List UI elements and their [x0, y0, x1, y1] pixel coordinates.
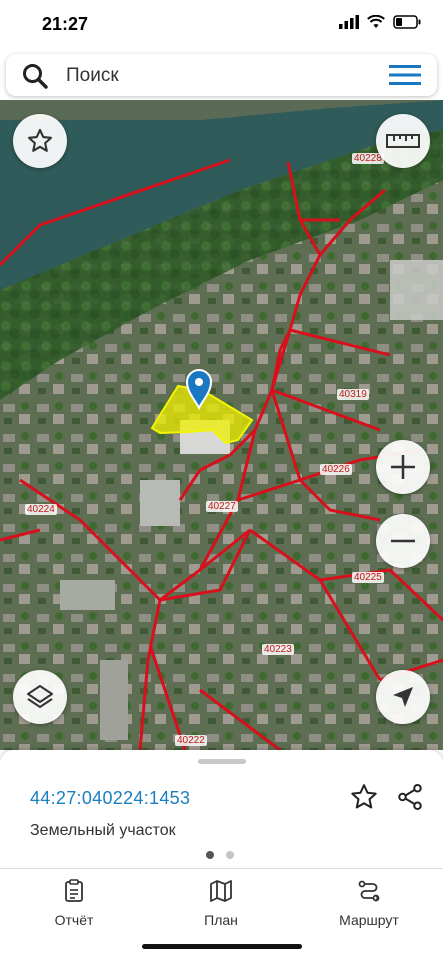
- satellite-map[interactable]: [0, 100, 443, 750]
- status-icons: [339, 15, 421, 29]
- block-label: 40319: [337, 389, 369, 400]
- zoom-in-button[interactable]: [376, 440, 430, 494]
- layers-icon[interactable]: [25, 682, 55, 712]
- ruler-icon[interactable]: [386, 131, 420, 151]
- home-indicator: [142, 944, 302, 949]
- favorite-button[interactable]: [13, 114, 67, 168]
- tab-plan[interactable]: План: [161, 879, 281, 928]
- search-icon[interactable]: [22, 63, 48, 89]
- locate-button[interactable]: [376, 670, 430, 724]
- plus-icon[interactable]: [388, 452, 418, 482]
- map-icon: [210, 880, 232, 902]
- property-type: Земельный участок: [30, 822, 176, 839]
- signal-icon: [339, 15, 359, 29]
- cadastral-number[interactable]: 44:27:040224:1453: [30, 788, 190, 809]
- page-dot[interactable]: [206, 851, 214, 859]
- block-label: 40227: [206, 501, 238, 512]
- search-input[interactable]: Поиск: [66, 65, 119, 87]
- report-icon: [65, 879, 83, 902]
- battery-icon: [393, 15, 421, 29]
- zoom-out-button[interactable]: [376, 514, 430, 568]
- status-bar: 21:27: [0, 0, 443, 50]
- map-view[interactable]: 40228 40319 40226 40224 40227 40225 4022…: [0, 100, 443, 750]
- page-indicator: [206, 851, 234, 859]
- minus-icon[interactable]: [388, 526, 418, 556]
- status-time: 21:27: [42, 14, 89, 34]
- navigation-arrow-icon[interactable]: [390, 684, 416, 710]
- star-icon[interactable]: [26, 127, 54, 155]
- tab-label: Маршрут: [339, 912, 399, 928]
- search-bar[interactable]: Поиск: [6, 54, 437, 96]
- page-dot[interactable]: [226, 851, 234, 859]
- block-label: 40224: [25, 504, 57, 515]
- block-label: 40226: [320, 464, 352, 475]
- tab-label: План: [204, 912, 238, 928]
- block-label: 40223: [262, 644, 294, 655]
- star-icon[interactable]: [349, 782, 379, 812]
- layers-button[interactable]: [13, 670, 67, 724]
- wifi-icon: [367, 15, 385, 28]
- sheet-actions: [349, 782, 425, 812]
- sheet-drag-handle[interactable]: [198, 759, 246, 764]
- block-label: 40225: [352, 572, 384, 583]
- ruler-button[interactable]: [376, 114, 430, 168]
- hamburger-menu-icon[interactable]: [389, 64, 421, 86]
- tab-route[interactable]: Маршрут: [309, 879, 429, 928]
- parcel-info-sheet[interactable]: 44:27:040224:1453 Земельный участок: [0, 750, 443, 868]
- tab-label: Отчёт: [54, 912, 94, 928]
- tab-report[interactable]: Отчёт: [14, 879, 134, 928]
- route-icon: [358, 880, 380, 902]
- share-icon[interactable]: [395, 782, 425, 812]
- block-label: 40222: [175, 735, 207, 746]
